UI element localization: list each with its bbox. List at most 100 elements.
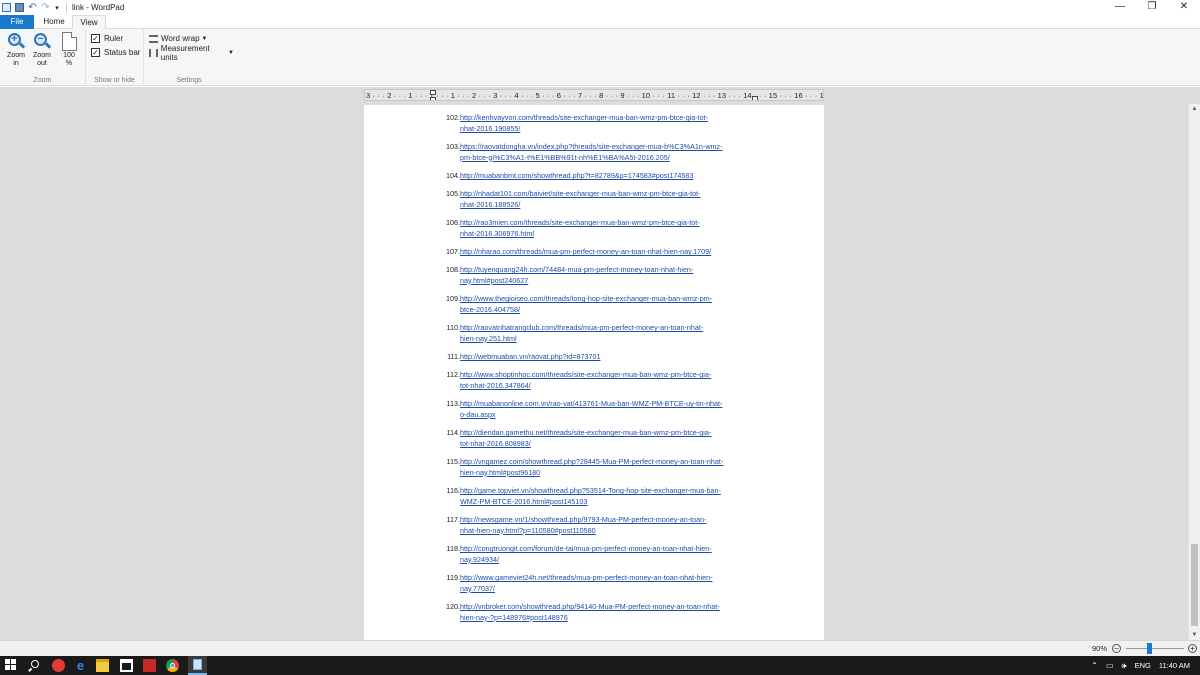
list-item: 115. http://vngamez.com/showthread.php?28… (444, 457, 744, 486)
ruler-checkbox[interactable]: ✓ (91, 34, 100, 43)
hyperlink[interactable]: http://congtruongit.com/forum/de-tai/mua… (460, 544, 756, 565)
undo-icon[interactable]: ↶ (28, 3, 37, 13)
language-indicator[interactable]: ENG (1135, 661, 1151, 670)
tab-file[interactable]: File (0, 15, 34, 29)
zoom-in-button[interactable]: + Zoom in (4, 32, 28, 74)
page-icon (61, 32, 77, 51)
zoom-in-icon[interactable]: + (1188, 644, 1197, 653)
status-bar-checkbox-row[interactable]: ✓ Status bar (91, 47, 140, 58)
list-item: 104. http://muabanbmt.com/showthread.php?… (444, 171, 744, 189)
chevron-up-icon[interactable]: ⌃ (1091, 661, 1098, 670)
hyperlink[interactable]: http://raovatnhatrangclub.com/threads/mu… (460, 323, 756, 344)
list-item: 110. http://raovatnhatrangclub.com/thread… (444, 323, 744, 352)
hyperlink[interactable]: http://vnbroker.com/showthread.php/94140… (460, 602, 756, 623)
list-item: 113. http://muabanonline.com.vn/rao-vat/4… (444, 399, 744, 428)
chevron-down-icon: ▼ (201, 35, 208, 42)
vertical-scrollbar[interactable]: ▲ ▼ (1188, 104, 1200, 640)
zoom-100-button[interactable]: 100 % (57, 32, 81, 74)
hyperlink[interactable]: http://nhadat101.com/baiviet/site-exchan… (460, 189, 756, 210)
left-indent-handle[interactable] (430, 97, 436, 100)
first-line-indent-handle[interactable] (430, 90, 436, 95)
hyperlink[interactable]: http://nharao.com/threads/mua-pm-perfect… (460, 247, 756, 258)
list-number: 118. (446, 544, 460, 553)
list-item: 116. http://game.topviet.vn/showthread.ph… (444, 486, 744, 515)
status-bar-checkbox[interactable]: ✓ (91, 48, 100, 57)
ruler[interactable]: 3 · · · 2 · · · 1 · · · 1 · · · 1 · · · … (364, 89, 824, 101)
hyperlink[interactable]: http://muabanonline.com.vn/rao-vat/41376… (460, 399, 756, 420)
redo-icon[interactable]: ↷ (41, 3, 50, 13)
title-bar: ↶ ↷ ▾ link - WordPad — ❐ ✕ (0, 0, 1200, 15)
list-number: 109. (446, 294, 460, 303)
status-bar: 90% − + (0, 640, 1200, 656)
customize-quick-access-icon[interactable]: ▾ (53, 4, 61, 12)
store-icon[interactable] (120, 659, 133, 672)
hyperlink[interactable]: http://webmuaban.vn/raovat.php?id=873701 (460, 352, 756, 363)
list-number: 115. (446, 457, 460, 466)
minimize-button[interactable]: — (1104, 0, 1136, 15)
file-explorer-icon[interactable] (96, 659, 109, 672)
hyperlink[interactable]: http://www.shoptinhoc.com/threads/site-e… (460, 370, 756, 391)
zoom-out-label-1: Zoom (33, 52, 51, 59)
wordpad-app-icon[interactable] (2, 3, 11, 12)
settings-group-label: Settings (176, 77, 202, 84)
word-wrap-dropdown[interactable]: Word wrap ▼ (149, 33, 207, 44)
hyperlink[interactable]: http://diendan.gamethu.net/threads/site-… (460, 428, 756, 449)
scroll-up-arrow-icon[interactable]: ▲ (1189, 104, 1200, 114)
start-windows-icon[interactable] (5, 659, 18, 672)
list-item: 106. http://rao3mien.com/threads/site-exc… (444, 218, 744, 247)
zoom-out-icon[interactable]: − (1112, 644, 1121, 653)
list-number: 110. (446, 323, 460, 332)
measurement-units-label: Measurement units (160, 43, 210, 62)
list-item: 114. http://diendan.gamethu.net/threads/s… (444, 428, 744, 457)
list-number: 107. (446, 247, 460, 256)
window-controls: — ❐ ✕ (1104, 0, 1200, 15)
measurement-units-dropdown[interactable]: Measurement units ▼ (149, 44, 234, 62)
list-number: 113. (446, 399, 460, 408)
save-icon[interactable] (15, 3, 24, 12)
edge-browser-icon[interactable]: e (74, 659, 87, 672)
list-item: 107. http://nharao.com/threads/mua-pm-per… (444, 247, 744, 265)
network-icon[interactable]: ▭ (1106, 661, 1114, 670)
zoom-level: 90% (1092, 644, 1108, 653)
chrome-browser-icon[interactable] (166, 659, 179, 672)
list-number: 102. (446, 113, 460, 122)
hyperlink[interactable]: http://tuyenquang24h.com/74484-mua-pm-pe… (460, 265, 756, 286)
wordpad-taskbar-icon[interactable] (188, 656, 207, 675)
app-icon[interactable] (143, 659, 156, 672)
scroll-down-arrow-icon[interactable]: ▼ (1189, 630, 1200, 640)
list-item: 118. http://congtruongit.com/forum/de-tai… (444, 544, 744, 573)
hyperlink[interactable]: http://kenhvayvon.com/threads/site-excha… (460, 113, 756, 134)
search-icon[interactable] (28, 659, 41, 672)
zoom-out-button[interactable]: − Zoom out (30, 32, 54, 74)
zoom-slider-thumb[interactable] (1147, 643, 1153, 654)
close-button[interactable]: ✕ (1168, 0, 1200, 15)
hyperlink[interactable]: http://vngamez.com/showthread.php?28445-… (460, 457, 756, 478)
right-indent-handle[interactable] (752, 96, 758, 100)
hyperlink[interactable]: http://rao3mien.com/threads/site-exchang… (460, 218, 756, 239)
tab-view[interactable]: View (72, 15, 106, 30)
zoom-in-label-2: in (13, 60, 19, 67)
system-tray: ⌃ ▭ 🕪 ENG 11:40 AM (1087, 656, 1194, 675)
volume-icon[interactable]: 🕪 (1122, 661, 1127, 671)
tab-home[interactable]: Home (38, 15, 70, 29)
zoom-out-icon: − (33, 32, 52, 50)
chevron-down-icon: ▼ (228, 49, 234, 56)
hyperlink[interactable]: http://muabanbmt.com/showthread.php?t=82… (460, 171, 756, 182)
scroll-thumb[interactable] (1191, 544, 1198, 626)
restore-button[interactable]: ❐ (1136, 0, 1168, 15)
app-icon[interactable] (52, 659, 65, 672)
clock[interactable]: 11:40 AM (1159, 661, 1190, 670)
document-page[interactable]: 101.http://sohbai.com/threads/mua-ban-wm… (364, 105, 824, 640)
list-number: 105. (446, 189, 460, 198)
hyperlink[interactable]: http://game.topviet.vn/showthread.php?53… (460, 486, 756, 507)
hyperlink[interactable]: https://raovatdongha.vn/index.php?thread… (460, 142, 756, 163)
hyperlink[interactable]: http://www.thegioiseo.com/threads/tong-h… (460, 294, 756, 315)
hyperlink[interactable]: http://sohbai.com/threads/mua-ban-wmz-pm… (460, 105, 756, 106)
zoom-slider[interactable] (1126, 648, 1184, 649)
hyperlink[interactable]: http://newsgame.vn/1/showthread.php/9793… (460, 515, 756, 536)
hyperlink[interactable]: http://www.gameviet24h.net/threads/mua-p… (460, 573, 756, 594)
ruler-checkbox-row[interactable]: ✓ Ruler (91, 33, 123, 44)
list-number: 111. (447, 352, 460, 361)
list-item: 117. http://newsgame.vn/1/showthread.php/… (444, 515, 744, 544)
ribbon-tabs: File Home View (0, 15, 1200, 30)
